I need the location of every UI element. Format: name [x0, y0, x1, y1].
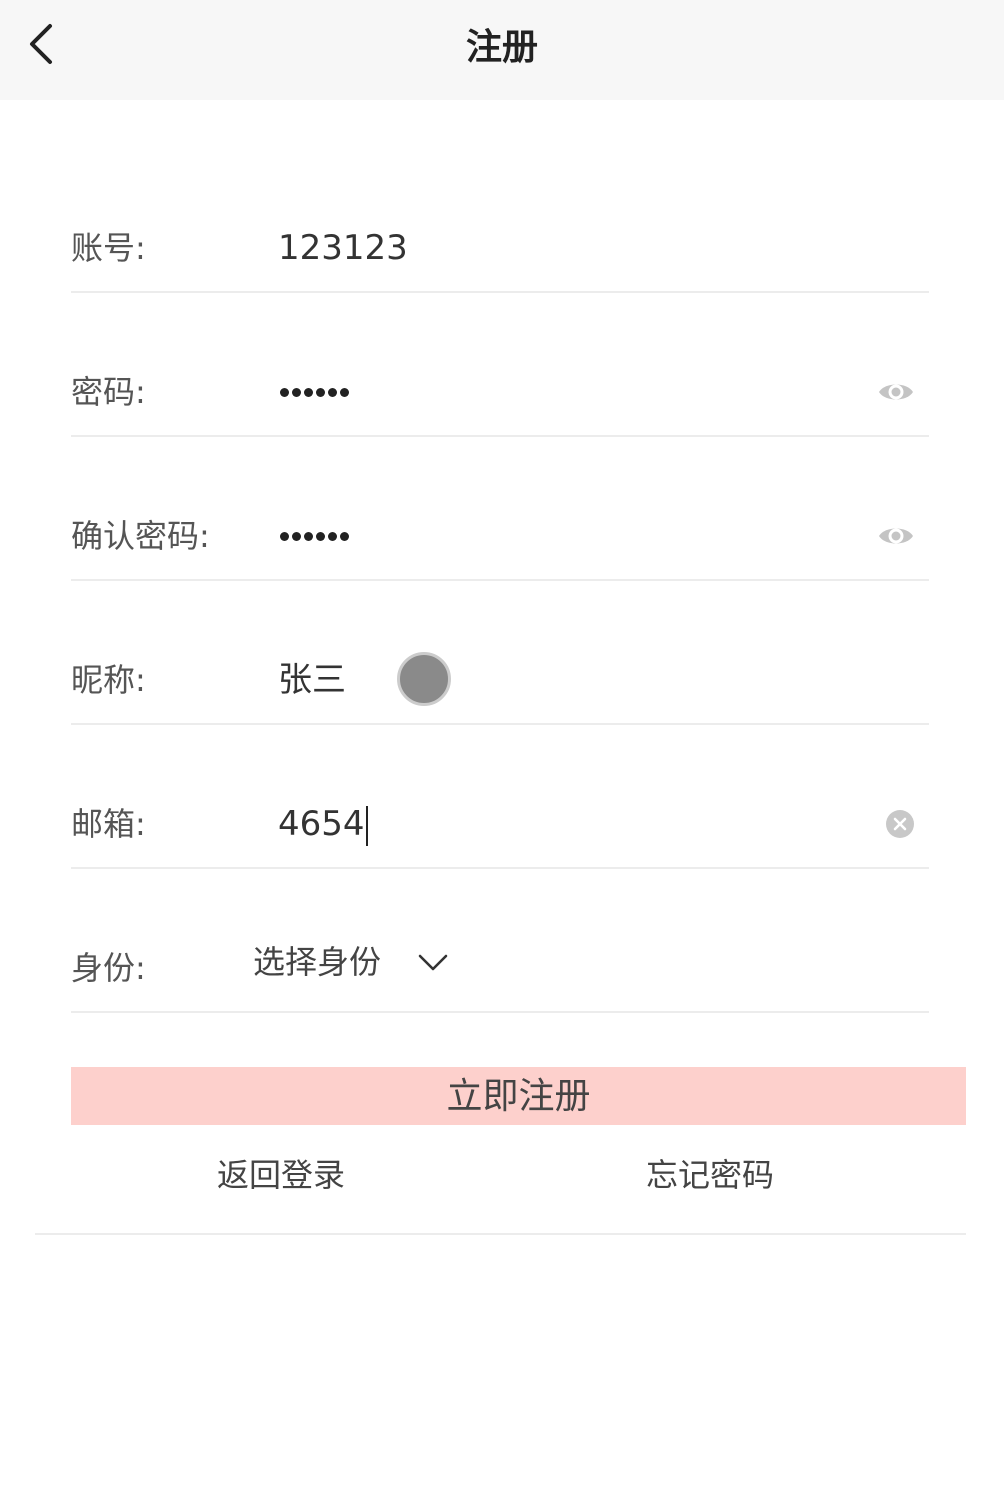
password-mask-dot [304, 531, 313, 541]
forgot-password-link[interactable]: 忘记密码 [646, 1150, 774, 1200]
password-mask-dot [340, 387, 349, 397]
password-row: 密码: [71, 362, 929, 422]
password-label: 密码: [71, 373, 146, 411]
identity-row: 身份: 选择身份 [71, 938, 929, 998]
password-mask-dot [316, 387, 325, 397]
nav-bar: 注册 [0, 0, 1004, 100]
eye-icon[interactable] [877, 373, 915, 411]
nickname-input[interactable]: 张三 [278, 650, 346, 710]
password-input[interactable] [280, 362, 349, 422]
password-mask-dot [292, 387, 301, 397]
divider [71, 723, 929, 725]
register-button[interactable]: 立即注册 [71, 1067, 966, 1125]
password-mask-dot [292, 531, 301, 541]
text-cursor [365, 805, 368, 846]
account-input[interactable]: 123123 [278, 218, 408, 278]
chevron-down-icon[interactable] [416, 947, 450, 977]
identity-label: 身份: [71, 949, 146, 987]
password-mask-dot [316, 531, 325, 541]
clear-icon[interactable] [885, 809, 915, 839]
nickname-row: 昵称: 张三 [71, 650, 929, 710]
divider [71, 291, 929, 293]
email-label: 邮箱: [71, 805, 146, 843]
confirm-password-row: 确认密码: [71, 506, 929, 566]
password-mask-dot [280, 531, 289, 541]
email-field[interactable]: 4654 [278, 794, 368, 854]
account-label: 账号: [71, 229, 146, 267]
account-row: 账号: 123123 [71, 218, 929, 278]
nickname-label: 昵称: [71, 661, 146, 699]
password-mask-dot [328, 387, 337, 397]
password-mask-dot [280, 387, 289, 397]
password-mask-dot [340, 531, 349, 541]
divider [71, 579, 929, 581]
page-title: 注册 [465, 27, 538, 68]
email-row: 邮箱: 4654 [71, 794, 929, 854]
divider [35, 1233, 966, 1235]
avatar[interactable] [397, 652, 451, 706]
identity-select-value: 选择身份 [253, 943, 382, 981]
email-value: 4654 [278, 804, 365, 844]
divider [71, 1011, 929, 1013]
divider [71, 867, 929, 869]
password-mask-dot [328, 531, 337, 541]
confirm-password-input[interactable] [280, 506, 349, 566]
confirm-password-label: 确认密码: [71, 517, 210, 555]
password-mask-dot [304, 387, 313, 397]
divider [71, 435, 929, 437]
eye-icon[interactable] [877, 517, 915, 555]
back-to-login-link[interactable]: 返回登录 [217, 1150, 345, 1200]
